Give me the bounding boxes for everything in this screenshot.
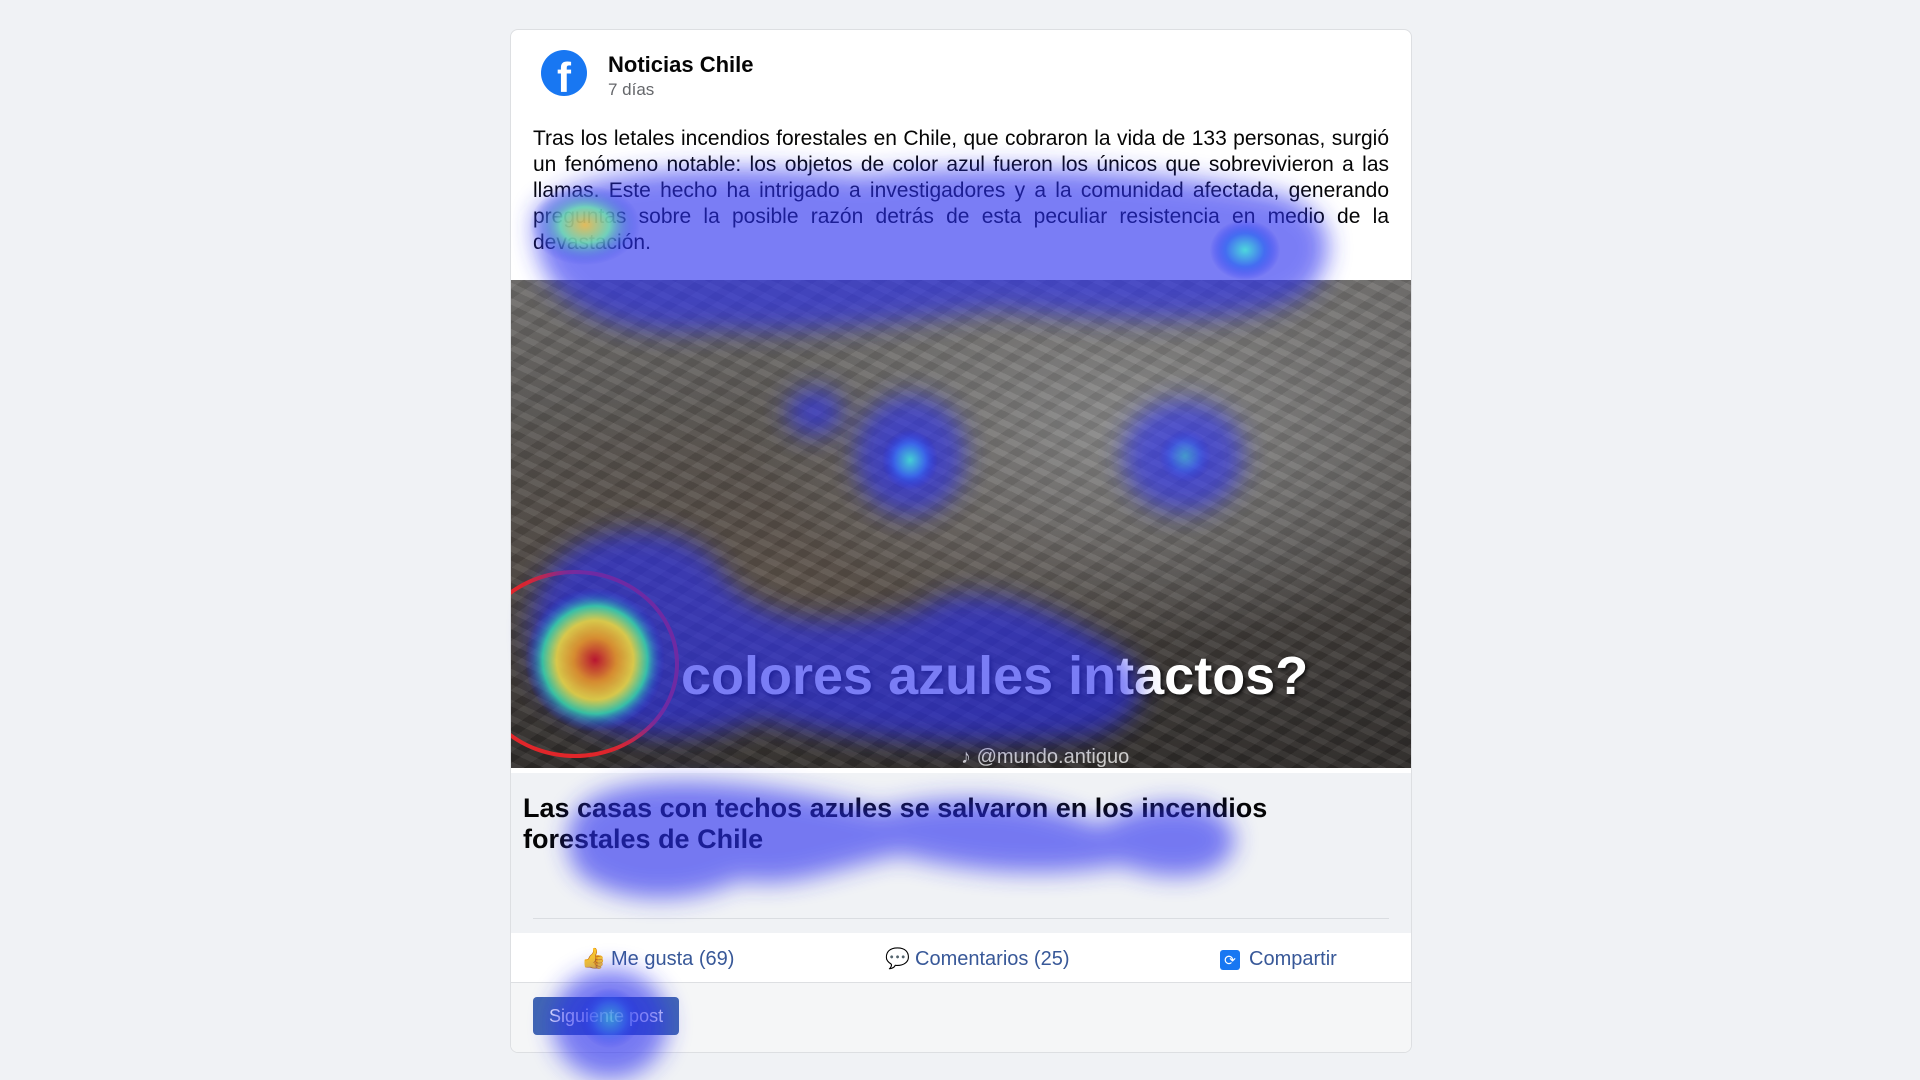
post-footer: Siguiente post (511, 982, 1411, 1052)
share-button[interactable]: ⟳ Compartir (1219, 935, 1337, 983)
like-label: Me gusta (69) (611, 948, 735, 970)
post-body-text: Tras los letales incendios forestales en… (533, 127, 1389, 254)
like-button[interactable]: 👍 Me gusta (69) (581, 935, 734, 983)
comment-label: Comentarios (25) (915, 948, 1070, 970)
image-overlay-caption: colores azules intactos? (681, 646, 1309, 706)
comment-button[interactable]: 💬 Comentarios (25) (885, 935, 1070, 983)
tiktok-icon: ♪ (961, 746, 971, 768)
page-name[interactable]: Noticias Chile (608, 52, 753, 78)
facebook-icon[interactable]: f (541, 50, 587, 96)
post-header: f Noticias Chile 7 días (511, 30, 1411, 130)
post-image[interactable]: colores azules intactos? ♪ @mundo.antigu… (511, 280, 1411, 768)
watermark-text: @mundo.antiguo (976, 746, 1130, 768)
share-icon: ⟳ (1219, 935, 1241, 983)
next-post-button[interactable]: Siguiente post (533, 997, 680, 1035)
share-label: Compartir (1249, 948, 1337, 970)
link-title[interactable]: Las casas con techos azules se salvaron … (523, 793, 1383, 855)
post-card: f Noticias Chile 7 días Tras los letales… (510, 29, 1412, 1053)
thumbs-up-icon: 👍 (581, 948, 606, 970)
image-watermark: ♪ @mundo.antiguo (961, 746, 1129, 768)
speech-bubble-icon: 💬 (885, 948, 910, 970)
link-preview[interactable]: Las casas con techos azules se salvaron … (511, 773, 1411, 933)
actions-divider (533, 918, 1389, 919)
post-actions: 👍 Me gusta (69) 💬 Comentarios (25) ⟳ Compar… (511, 935, 1411, 983)
post-timestamp[interactable]: 7 días (608, 80, 654, 100)
